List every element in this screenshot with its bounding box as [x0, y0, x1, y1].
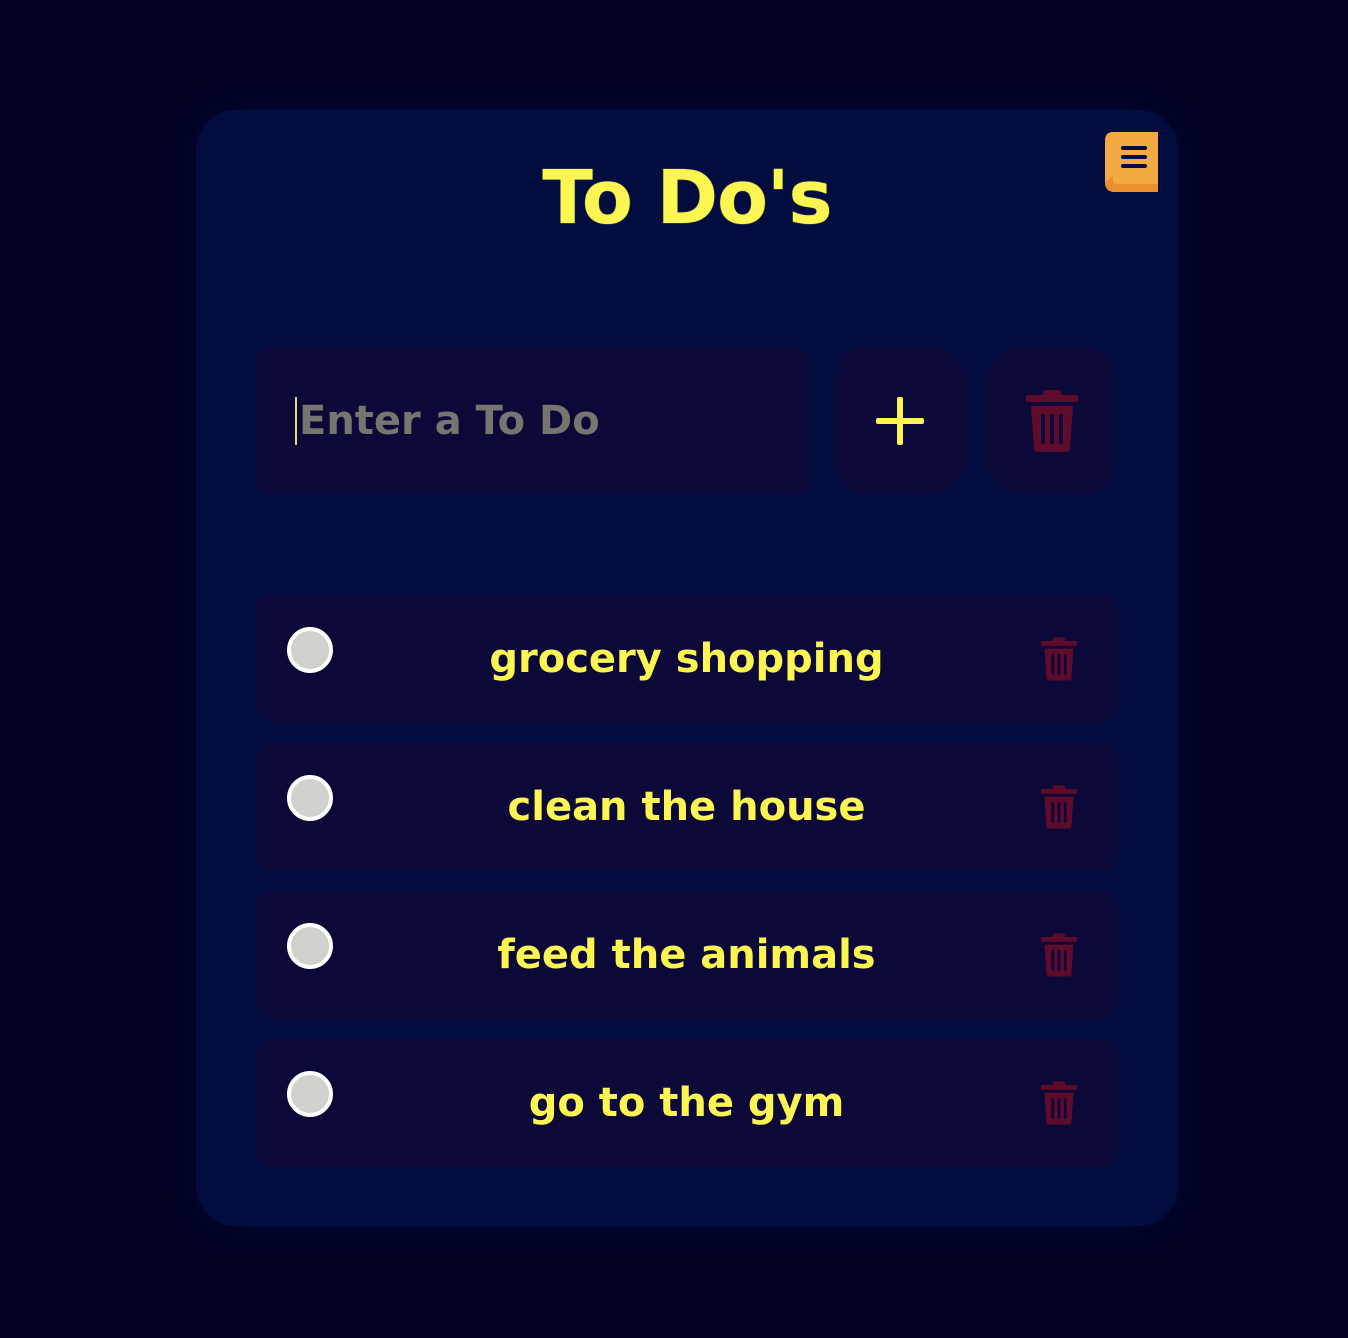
clear-all-button[interactable]	[986, 347, 1117, 494]
add-todo-button[interactable]	[834, 347, 965, 494]
todo-item: feed the animals	[255, 891, 1118, 1019]
complete-toggle[interactable]	[287, 923, 333, 969]
page-title: To Do's	[542, 155, 832, 241]
todo-input[interactable]	[299, 397, 779, 444]
complete-toggle[interactable]	[287, 627, 333, 673]
plus-icon	[875, 396, 924, 445]
todo-item: clean the house	[255, 743, 1118, 871]
todo-item: go to the gym	[255, 1039, 1118, 1167]
todo-text: feed the animals	[497, 932, 876, 978]
trash-icon	[1025, 389, 1078, 452]
todo-text: go to the gym	[528, 1080, 845, 1126]
trash-icon[interactable]	[1041, 785, 1077, 829]
todo-text: clean the house	[507, 784, 866, 830]
todo-input-container[interactable]	[255, 347, 813, 494]
todo-list: grocery shopping clean the house feed th…	[255, 595, 1118, 1187]
trash-icon[interactable]	[1041, 933, 1077, 977]
todo-text: grocery shopping	[489, 636, 884, 682]
complete-toggle[interactable]	[287, 775, 333, 821]
complete-toggle[interactable]	[287, 1071, 333, 1117]
text-caret	[295, 396, 297, 445]
trash-icon[interactable]	[1041, 1081, 1077, 1125]
trash-icon[interactable]	[1041, 637, 1077, 681]
todo-item: grocery shopping	[255, 595, 1118, 723]
